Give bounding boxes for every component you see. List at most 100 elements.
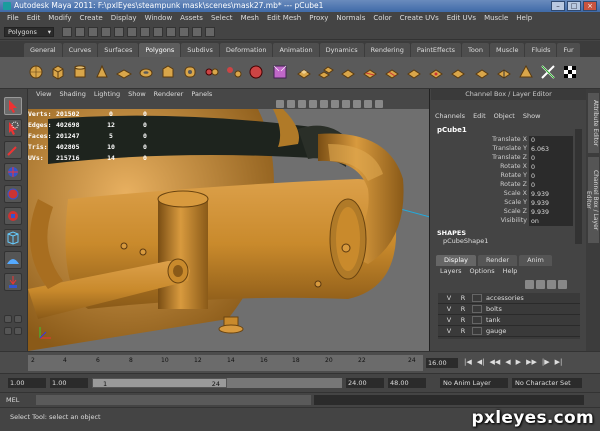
poly-plane-icon[interactable]	[116, 64, 132, 80]
new-layer-icon[interactable]	[525, 280, 534, 289]
shelf-tab-curves[interactable]: Curves	[62, 43, 98, 57]
grid-toggle-icon[interactable]	[364, 100, 372, 108]
shelf-tab-fur[interactable]: Fur	[557, 43, 580, 57]
smooth-shade-icon[interactable]	[298, 100, 306, 108]
poly-pipe-icon[interactable]	[182, 64, 198, 80]
attr-translate-x[interactable]: Translate X0	[471, 136, 573, 145]
menu-create-uvs[interactable]: Create UVs	[396, 12, 443, 24]
playback-start-field[interactable]: 1.00	[50, 378, 88, 388]
bridge-icon[interactable]	[318, 64, 334, 80]
vp-menu-renderer[interactable]: Renderer	[150, 89, 188, 99]
xray-icon[interactable]	[342, 100, 350, 108]
select-object-icon[interactable]	[114, 27, 124, 37]
split-polygon-icon[interactable]	[362, 64, 378, 80]
vp-menu-lighting[interactable]: Lighting	[90, 89, 124, 99]
wireframe-icon[interactable]	[287, 100, 295, 108]
menu-edit[interactable]: Edit	[23, 12, 45, 24]
command-input[interactable]	[36, 395, 311, 405]
uv-snapshot-icon[interactable]	[540, 64, 556, 80]
cb-menu-channels[interactable]: Channels	[435, 112, 465, 120]
textured-icon[interactable]	[309, 100, 317, 108]
poly-sphere-icon[interactable]	[28, 64, 44, 80]
poly-cone-icon[interactable]	[94, 64, 110, 80]
maximize-button[interactable]: □	[567, 1, 581, 11]
attr-value[interactable]: 9.939	[529, 190, 573, 199]
attr-scale-z[interactable]: Scale Z 9.939	[471, 208, 573, 217]
layer-tab-display[interactable]: Display	[436, 255, 476, 266]
open-scene-icon[interactable]	[75, 27, 85, 37]
play-forward-button[interactable]: ▶	[516, 358, 521, 366]
vp-menu-view[interactable]: View	[32, 89, 55, 99]
menu-select[interactable]: Select	[207, 12, 237, 24]
menu-file[interactable]: File	[3, 12, 23, 24]
move-layer-up-icon[interactable]	[547, 280, 556, 289]
layer-color-swatch[interactable]	[472, 305, 482, 313]
layer-reference-toggle[interactable]: R	[458, 315, 468, 325]
layer-color-swatch[interactable]	[472, 294, 482, 302]
lasso-tool-icon[interactable]	[4, 119, 22, 137]
attr-visibility[interactable]: Visibility on	[471, 217, 573, 226]
move-layer-down-icon[interactable]	[558, 280, 567, 289]
playback-end-field[interactable]: 24.00	[346, 378, 384, 388]
tab-channel-box-layer-editor[interactable]: Channel Box / Layer Editor	[585, 157, 599, 243]
shelf-tab-rendering[interactable]: Rendering	[364, 43, 410, 57]
channel-box-scrollbar[interactable]	[575, 129, 582, 244]
scale-tool-icon[interactable]	[4, 207, 22, 225]
go-to-start-button[interactable]: |◀	[464, 358, 472, 366]
menu-edit-mesh[interactable]: Edit Mesh	[263, 12, 305, 24]
shape-node-name[interactable]: pCubeShape1	[443, 237, 488, 245]
insert-edge-loop-icon[interactable]	[384, 64, 400, 80]
attr-scale-y[interactable]: Scale Y 9.939	[471, 199, 573, 208]
attr-value[interactable]: 0	[529, 163, 573, 172]
range-slider-handle[interactable]: 1 24	[92, 378, 227, 388]
menu-help[interactable]: Help	[512, 12, 536, 24]
layer-row-accessories[interactable]: V R accessories	[438, 293, 580, 304]
cb-menu-object[interactable]: Object	[494, 112, 515, 120]
animation-start-field[interactable]: 1.00	[8, 378, 46, 388]
camera-attributes-icon[interactable]	[276, 100, 284, 108]
duplicate-face-icon[interactable]	[518, 64, 534, 80]
shelf-tab-polygons[interactable]: Polygons	[139, 43, 181, 57]
film-gate-icon[interactable]	[375, 100, 383, 108]
tab-attribute-editor[interactable]: Attribute Editor	[588, 93, 599, 153]
menu-muscle[interactable]: Muscle	[480, 12, 512, 24]
bevel-icon[interactable]	[450, 64, 466, 80]
poly-combine-icon[interactable]	[204, 64, 220, 80]
poly-torus-icon[interactable]	[138, 64, 154, 80]
menu-mesh[interactable]: Mesh	[237, 12, 263, 24]
layer-visibility-toggle[interactable]: V	[444, 326, 454, 336]
layer-visibility-toggle[interactable]: V	[444, 304, 454, 314]
offset-edge-loop-icon[interactable]	[406, 64, 422, 80]
poly-separate-icon[interactable]	[226, 64, 242, 80]
layer-reference-toggle[interactable]: R	[458, 293, 468, 303]
attr-scale-x[interactable]: Scale X 9.939	[471, 190, 573, 199]
shelf-tab-toon[interactable]: Toon	[462, 43, 489, 57]
attr-value[interactable]: 0	[529, 181, 573, 190]
snap-grid-icon[interactable]	[140, 27, 150, 37]
step-forward-frame-button[interactable]: ▶▶	[526, 358, 537, 366]
layer-menu-help[interactable]: Help	[503, 267, 518, 275]
persp-graph-layout-icon[interactable]	[14, 327, 22, 335]
move-tool-icon[interactable]	[4, 163, 22, 181]
menu-proxy[interactable]: Proxy	[305, 12, 332, 24]
layer-visibility-toggle[interactable]: V	[444, 293, 454, 303]
show-manipulator-icon[interactable]	[4, 273, 22, 291]
shadows-icon[interactable]	[331, 100, 339, 108]
attr-rotate-y[interactable]: Rotate Y0	[471, 172, 573, 181]
menu-edit-uvs[interactable]: Edit UVs	[443, 12, 480, 24]
menu-normals[interactable]: Normals	[332, 12, 369, 24]
menu-modify[interactable]: Modify	[44, 12, 75, 24]
snap-point-icon[interactable]	[166, 27, 176, 37]
cb-menu-show[interactable]: Show	[523, 112, 541, 120]
new-scene-icon[interactable]	[62, 27, 72, 37]
attr-rotate-z[interactable]: Rotate Z0	[471, 181, 573, 190]
play-backward-button[interactable]: ◀	[505, 358, 510, 366]
layer-reference-toggle[interactable]: R	[458, 326, 468, 336]
merge-vertices-icon[interactable]	[428, 64, 444, 80]
vp-menu-show[interactable]: Show	[124, 89, 150, 99]
shelf-tab-general[interactable]: General	[24, 43, 62, 57]
poly-prism-icon[interactable]	[160, 64, 176, 80]
render-settings-icon[interactable]	[205, 27, 215, 37]
step-forward-key-button[interactable]: |▶	[542, 358, 550, 366]
layer-color-swatch[interactable]	[472, 316, 482, 324]
